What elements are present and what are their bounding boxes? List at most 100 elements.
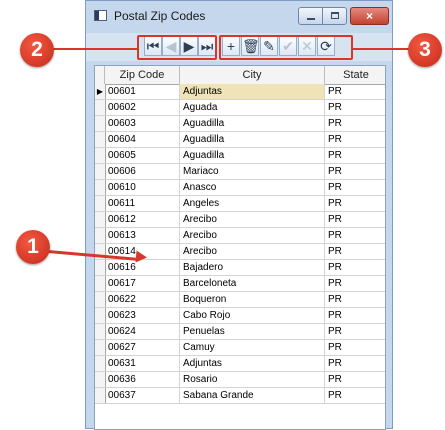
table-row[interactable]: 00631 Adjuntas PR (95, 356, 385, 372)
state-cell[interactable]: PR (325, 148, 385, 163)
city-cell[interactable]: Sabana Grande (180, 388, 325, 403)
city-cell[interactable]: Rosario (180, 372, 325, 387)
city-cell[interactable]: Barceloneta (180, 276, 325, 291)
state-cell[interactable]: PR (325, 132, 385, 147)
postal-zip-codes-window: Postal Zip Codes × ⏮ ◀ ▶ ⏭ + 🗑 ✎ ✔ ✕ ⟳ Zip Code C… (85, 0, 393, 430)
state-cell[interactable]: PR (325, 340, 385, 355)
zip-code-cell[interactable]: 00601 (105, 84, 180, 99)
table-row[interactable]: 00637 Sabana Grande PR (95, 388, 385, 404)
grid-header: Zip Code City State (95, 66, 385, 85)
callout-2-leader (51, 48, 137, 50)
city-cell[interactable]: Aguadilla (180, 116, 325, 131)
table-row[interactable]: 00602 Aguada PR (95, 100, 385, 116)
city-cell[interactable]: Anasco (180, 180, 325, 195)
state-cell[interactable]: PR (325, 212, 385, 227)
zip-code-cell[interactable]: 00622 (105, 292, 180, 307)
close-button[interactable]: × (350, 7, 389, 25)
city-cell[interactable]: Bajadero (180, 260, 325, 275)
column-header-state[interactable]: State (325, 66, 385, 84)
city-cell[interactable]: Mariaco (180, 164, 325, 179)
callout-2-badge: 2 (20, 33, 54, 67)
state-cell[interactable]: PR (325, 324, 385, 339)
table-row[interactable]: 00604 Aguadilla PR (95, 132, 385, 148)
indicator-header (95, 66, 105, 84)
table-row[interactable]: 00636 Rosario PR (95, 372, 385, 388)
zip-code-cell[interactable]: 00604 (105, 132, 180, 147)
close-icon: × (365, 9, 373, 23)
state-cell[interactable]: PR (325, 164, 385, 179)
city-cell[interactable]: Aguadilla (180, 132, 325, 147)
table-row[interactable]: 00623 Cabo Rojo PR (95, 308, 385, 324)
zip-code-cell[interactable]: 00602 (105, 100, 180, 115)
state-cell[interactable]: PR (325, 244, 385, 259)
city-cell[interactable]: Arecibo (180, 244, 325, 259)
state-cell[interactable]: PR (325, 100, 385, 115)
table-row[interactable]: 00612 Arecibo PR (95, 212, 385, 228)
column-header-zip-code[interactable]: Zip Code (105, 66, 180, 84)
city-cell[interactable]: Arecibo (180, 212, 325, 227)
city-cell[interactable]: Angeles (180, 196, 325, 211)
table-row[interactable]: 00610 Anasco PR (95, 180, 385, 196)
zip-code-cell[interactable]: 00624 (105, 324, 180, 339)
zip-code-cell[interactable]: 00612 (105, 212, 180, 227)
state-cell[interactable]: PR (325, 116, 385, 131)
minimize-icon (307, 18, 315, 20)
zip-code-cell[interactable]: 00606 (105, 164, 180, 179)
zip-code-cell[interactable]: 00631 (105, 356, 180, 371)
table-row[interactable]: 00605 Aguadilla PR (95, 148, 385, 164)
title-bar[interactable]: Postal Zip Codes × (86, 1, 392, 31)
state-cell[interactable]: PR (325, 84, 385, 99)
callout-3-badge: 3 (408, 33, 442, 67)
state-cell[interactable]: PR (325, 356, 385, 371)
table-row[interactable]: 00624 Penuelas PR (95, 324, 385, 340)
zip-code-cell[interactable]: 00623 (105, 308, 180, 323)
zip-code-cell[interactable]: 00636 (105, 372, 180, 387)
zip-code-cell[interactable]: 00617 (105, 276, 180, 291)
city-cell[interactable]: Adjuntas (180, 356, 325, 371)
minimize-button[interactable] (298, 7, 323, 25)
zip-code-cell[interactable]: 00603 (105, 116, 180, 131)
zip-code-cell[interactable]: 00605 (105, 148, 180, 163)
state-cell[interactable]: PR (325, 260, 385, 275)
table-row[interactable]: 00611 Angeles PR (95, 196, 385, 212)
maximize-button[interactable] (322, 7, 347, 25)
city-cell[interactable]: Camuy (180, 340, 325, 355)
city-cell[interactable]: Arecibo (180, 228, 325, 243)
app-icon (94, 10, 107, 21)
state-cell[interactable]: PR (325, 196, 385, 211)
window-title: Postal Zip Codes (114, 9, 206, 23)
zip-code-cell[interactable]: 00627 (105, 340, 180, 355)
callout-2-highlight (137, 35, 217, 60)
maximize-icon (331, 12, 339, 19)
zip-code-cell[interactable]: 00610 (105, 180, 180, 195)
zip-code-cell[interactable]: 00613 (105, 228, 180, 243)
city-cell[interactable]: Boqueron (180, 292, 325, 307)
state-cell[interactable]: PR (325, 180, 385, 195)
table-row[interactable]: 00606 Mariaco PR (95, 164, 385, 180)
zip-code-cell[interactable]: 00611 (105, 196, 180, 211)
state-cell[interactable]: PR (325, 276, 385, 291)
state-cell[interactable]: PR (325, 372, 385, 387)
table-row[interactable]: ▶ 00601 Adjuntas PR (95, 84, 385, 100)
state-cell[interactable]: PR (325, 308, 385, 323)
state-cell[interactable]: PR (325, 388, 385, 403)
callout-3-highlight (219, 35, 353, 60)
zip-code-cell[interactable]: 00637 (105, 388, 180, 403)
city-cell[interactable]: Aguada (180, 100, 325, 115)
table-row[interactable]: 00603 Aguadilla PR (95, 116, 385, 132)
table-row[interactable]: 00622 Boqueron PR (95, 292, 385, 308)
table-row[interactable]: 00627 Camuy PR (95, 340, 385, 356)
city-cell[interactable]: Penuelas (180, 324, 325, 339)
table-row[interactable]: 00617 Barceloneta PR (95, 276, 385, 292)
city-cell[interactable]: Aguadilla (180, 148, 325, 163)
table-row[interactable]: 00613 Arecibo PR (95, 228, 385, 244)
column-header-city[interactable]: City (180, 66, 325, 84)
callout-1-arrowhead (135, 250, 148, 264)
city-cell[interactable]: Adjuntas (180, 84, 325, 99)
state-cell[interactable]: PR (325, 228, 385, 243)
callout-3-leader (353, 48, 413, 50)
city-cell[interactable]: Cabo Rojo (180, 308, 325, 323)
zip-code-grid[interactable]: Zip Code City State ▶ 00601 Adjuntas PR 0060… (94, 65, 386, 430)
state-cell[interactable]: PR (325, 292, 385, 307)
callout-1-badge: 1 (16, 230, 50, 264)
